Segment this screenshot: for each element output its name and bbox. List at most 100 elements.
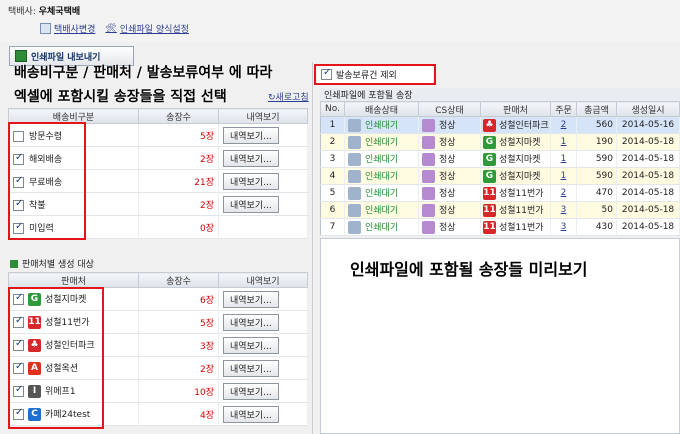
view-details-button[interactable]: 내역보기... bbox=[223, 359, 279, 377]
seller-view-cell: 내역보기... bbox=[218, 402, 308, 426]
order-count-link[interactable]: 3 bbox=[550, 201, 577, 219]
view-details-button[interactable]: 내역보기... bbox=[223, 195, 279, 213]
cs-cell: 정상 bbox=[418, 133, 481, 151]
order-count-link[interactable]: 3 bbox=[550, 218, 577, 236]
col-seller-view[interactable]: 내역보기 bbox=[218, 272, 308, 288]
cs-status: 정상 bbox=[439, 223, 456, 233]
order-count-link[interactable]: 2 bbox=[550, 116, 577, 134]
view-details-button[interactable]: 내역보기... bbox=[223, 126, 279, 144]
shipping-status: 인쇄대기 bbox=[365, 189, 399, 199]
cs-icon bbox=[422, 204, 435, 217]
created-date: 2014-05-16 bbox=[616, 116, 680, 134]
annotation-right: 인쇄파일에 포함될 송장들 미리보기 bbox=[350, 260, 588, 279]
preview-row[interactable]: 1 인쇄대기 정상 ♣ 성철인터파크 2 560 2014-05-16 bbox=[320, 116, 680, 134]
shipping-highlight-box bbox=[8, 122, 86, 240]
section-icon bbox=[10, 259, 18, 268]
refresh-label: 새로고침 bbox=[275, 93, 309, 103]
created-date: 2014-05-18 bbox=[616, 201, 680, 219]
view-details-button[interactable]: 내역보기... bbox=[223, 382, 279, 400]
view-details-button[interactable]: 내역보기... bbox=[223, 149, 279, 167]
shipping-count: 5장 bbox=[138, 123, 219, 147]
excel-icon bbox=[15, 50, 27, 62]
refresh-link[interactable]: ↻새로고침 bbox=[268, 90, 309, 103]
view-details-button[interactable]: 내역보기... bbox=[223, 405, 279, 423]
doc-icon bbox=[348, 119, 361, 132]
created-date: 2014-05-18 bbox=[616, 150, 680, 168]
order-count-link[interactable]: 1 bbox=[550, 150, 577, 168]
doc-icon bbox=[348, 136, 361, 149]
col-no[interactable]: No. bbox=[320, 101, 345, 117]
row-number: 7 bbox=[320, 218, 345, 236]
seller-logo-icon: 11 bbox=[483, 187, 496, 200]
carrier-name: 우체국택배 bbox=[38, 7, 81, 17]
annotation-left-line2: 엑셀에 포함시킬 송장들을 직접 선택 bbox=[14, 89, 227, 105]
cs-cell: 정상 bbox=[418, 167, 481, 185]
shipping-view-cell: 내역보기... bbox=[218, 146, 308, 170]
cs-status: 정상 bbox=[439, 189, 456, 199]
seller-view-cell: 내역보기... bbox=[218, 310, 308, 334]
seller-cell: 11성철11번가 bbox=[480, 201, 551, 219]
preview-row[interactable]: 6 인쇄대기 정상 11 성철11번가 3 50 2014-05-18 bbox=[320, 201, 680, 219]
seller-cell: G성철지마켓 bbox=[480, 167, 551, 185]
seller-section-label: 판매처별 생성 대상 bbox=[22, 260, 94, 270]
seller-name: 성철지마켓 bbox=[499, 138, 541, 148]
doc-icon bbox=[348, 170, 361, 183]
seller-name: 성철지마켓 bbox=[499, 172, 541, 182]
cs-cell: 정상 bbox=[418, 150, 481, 168]
shipping-count: 2장 bbox=[138, 146, 219, 170]
col-amount[interactable]: 총금액 bbox=[576, 101, 617, 117]
seller-view-cell: 내역보기... bbox=[218, 287, 308, 311]
view-details-button[interactable]: 내역보기... bbox=[223, 290, 279, 308]
total-amount: 590 bbox=[576, 167, 617, 185]
seller-name: 성철인터파크 bbox=[499, 121, 549, 131]
col-preview-seller[interactable]: 판매처 bbox=[480, 101, 551, 117]
seller-logo-icon: 11 bbox=[483, 221, 496, 234]
seller-logo-icon: G bbox=[483, 170, 496, 183]
seller-cell: G성철지마켓 bbox=[480, 133, 551, 151]
order-count-link[interactable]: 1 bbox=[550, 133, 577, 151]
tools-icon: 🛠 bbox=[105, 23, 117, 34]
cs-status: 정상 bbox=[439, 138, 456, 148]
print-settings-label: 인쇄파일 양식설정 bbox=[119, 25, 189, 35]
seller-logo-icon: ♣ bbox=[483, 119, 496, 132]
row-number: 1 bbox=[320, 116, 345, 134]
cs-cell: 정상 bbox=[418, 116, 481, 134]
seller-logo-icon: G bbox=[483, 153, 496, 166]
col-seller[interactable]: 판매처 bbox=[8, 272, 139, 288]
col-cs[interactable]: CS상태 bbox=[418, 101, 481, 117]
order-count-link[interactable]: 1 bbox=[550, 167, 577, 185]
doc-icon bbox=[348, 204, 361, 217]
col-view[interactable]: 내역보기 bbox=[218, 108, 308, 124]
view-details-button[interactable]: 내역보기... bbox=[223, 172, 279, 190]
view-details-button[interactable]: 내역보기... bbox=[223, 313, 279, 331]
status-cell: 인쇄대기 bbox=[344, 184, 419, 202]
seller-view-cell: 내역보기... bbox=[218, 333, 308, 357]
link-row: 택배사변경 🛠 인쇄파일 양식설정 bbox=[40, 22, 189, 35]
seller-name: 성철11번가 bbox=[499, 223, 544, 233]
col-count[interactable]: 송장수 bbox=[138, 108, 219, 124]
status-cell: 인쇄대기 bbox=[344, 167, 419, 185]
col-status[interactable]: 배송상태 bbox=[344, 101, 419, 117]
seller-logo-icon: 11 bbox=[483, 204, 496, 217]
seller-count: 4장 bbox=[138, 402, 219, 426]
seller-view-cell: 내역보기... bbox=[218, 379, 308, 403]
preview-row[interactable]: 2 인쇄대기 정상 G 성철지마켓 1 190 2014-05-18 bbox=[320, 133, 680, 151]
col-seller-count[interactable]: 송장수 bbox=[138, 272, 219, 288]
preview-row[interactable]: 7 인쇄대기 정상 11 성철11번가 3 430 2014-05-18 bbox=[320, 218, 680, 236]
seller-cell: ♣성철인터파크 bbox=[480, 116, 551, 134]
preview-row[interactable]: 5 인쇄대기 정상 11 성철11번가 2 470 2014-05-18 bbox=[320, 184, 680, 202]
preview-row[interactable]: 4 인쇄대기 정상 G 성철지마켓 1 590 2014-05-18 bbox=[320, 167, 680, 185]
order-count-link[interactable]: 2 bbox=[550, 184, 577, 202]
col-orders[interactable]: 주문 bbox=[550, 101, 577, 117]
preview-title: 인쇄파일에 포함될 송장 bbox=[320, 88, 680, 101]
col-date[interactable]: 생성일시 bbox=[616, 101, 680, 117]
view-details-button[interactable]: 내역보기... bbox=[223, 336, 279, 354]
hold-highlight-box bbox=[314, 64, 436, 85]
cs-icon bbox=[422, 119, 435, 132]
cs-status: 정상 bbox=[439, 172, 456, 182]
print-settings-link[interactable]: 🛠 인쇄파일 양식설정 bbox=[105, 22, 189, 36]
shipping-status: 인쇄대기 bbox=[365, 138, 399, 148]
panel-divider bbox=[312, 62, 313, 434]
preview-row[interactable]: 3 인쇄대기 정상 G 성철지마켓 1 590 2014-05-18 bbox=[320, 150, 680, 168]
change-carrier-link[interactable]: 택배사변경 bbox=[40, 22, 95, 35]
